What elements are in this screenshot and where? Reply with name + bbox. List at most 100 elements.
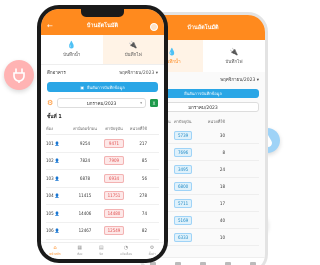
nav-room[interactable]: ▦ ห้อง — [77, 244, 83, 257]
bell-icon[interactable] — [224, 261, 231, 265]
period-select[interactable]: พฤศจิกายน/2023 ▾ — [119, 69, 158, 76]
nav-label: ห้อง — [77, 251, 83, 256]
back-current-input[interactable]: 5169 — [174, 215, 193, 225]
person-icon: 👤 — [54, 158, 60, 164]
building-select[interactable]: ตึกอาคาร — [47, 69, 66, 76]
prev-reading: 9254 — [79, 140, 91, 146]
plug-icon — [4, 60, 34, 90]
person-icon: 👤 — [54, 228, 60, 234]
back-arrow-icon[interactable]: ← — [47, 23, 53, 30]
table-row: 104 👤 11415 11751 278 — [46, 188, 159, 205]
back-used-value: 8 — [222, 149, 225, 155]
col-used: หน่วยที่ใช้ — [129, 126, 147, 131]
bottom-nav: ⌂ หน้าหลัก ▦ ห้อง ▤ บิล ◔ แจ้งเตือน ⚙ ตั… — [41, 242, 164, 259]
tab-electric[interactable]: 🔌 บันทึกไฟ — [102, 35, 164, 64]
gear-icon[interactable]: ⚙ — [47, 99, 53, 107]
back-tab-label: บันทึกไฟ — [225, 59, 243, 65]
nav-label: หน้าหลัก — [49, 251, 61, 256]
back-current-input[interactable]: 6800 — [174, 181, 193, 191]
current-reading-input[interactable]: 12549 — [104, 226, 124, 236]
avatar[interactable] — [150, 23, 158, 31]
person-icon: 👤 — [54, 140, 60, 146]
back-used-value: 10 — [219, 234, 225, 240]
back-current-input[interactable]: 3495 — [174, 164, 193, 174]
bell-icon: ◔ — [123, 244, 129, 251]
units-used: 74 — [141, 210, 147, 216]
current-reading-input[interactable]: 6934 — [104, 173, 124, 183]
nav-label: แจ้งเตือน — [120, 251, 133, 256]
term-select[interactable]: มกราคม/2023 ▾ — [57, 98, 146, 108]
back-used-value: 24 — [219, 166, 225, 172]
current-reading-input[interactable]: 7909 — [104, 156, 124, 166]
term-value: มกราคม/2023 — [86, 101, 117, 107]
bill-icon[interactable] — [199, 261, 206, 265]
front-phone: ← บ้านอัตโนมัติ 💧 บันทึกน้ำ 🔌 บันทึกไฟ ต… — [37, 5, 168, 263]
back-current-input[interactable]: 5739 — [174, 130, 193, 140]
current-reading-input[interactable]: 11751 — [104, 191, 124, 201]
plug-icon: 🔌 — [229, 47, 239, 56]
term-row: ⚙ มกราคม/2023 ▾ X — [41, 94, 164, 112]
save-icon: ▣ — [80, 84, 85, 90]
current-reading-input[interactable]: 14480 — [104, 208, 124, 218]
prev-reading: 7824 — [79, 158, 91, 164]
prev-reading: 11415 — [78, 193, 92, 199]
back-current-input[interactable]: 7696 — [174, 147, 193, 157]
prev-reading: 6878 — [79, 175, 91, 181]
settings-icon: ⚙ — [149, 244, 155, 251]
units-used: 56 — [141, 175, 147, 181]
phone-notch — [81, 9, 124, 17]
room-number: 104 — [46, 193, 54, 199]
filter-row: ตึกอาคาร พฤศจิกายน/2023 ▾ — [41, 65, 164, 80]
person-icon: 👤 — [54, 210, 60, 216]
water-drop-icon: 💧 — [67, 40, 77, 49]
tab-label: บันทึกไฟ — [124, 52, 142, 58]
room-number: 102 — [46, 158, 54, 164]
room-icon: ▦ — [77, 244, 83, 251]
nav-notification[interactable]: ◔ แจ้งเตือน — [120, 244, 133, 257]
table-header: ห้อง ค่ามิเตอร์ก่อน ค่าปัจจุบัน หน่วยที่… — [46, 123, 159, 135]
units-used: 82 — [141, 228, 147, 234]
col-prev: ค่ามิเตอร์ก่อน — [73, 126, 97, 131]
save-button-label: ยืนยันการบันทึกข้อมูล — [87, 84, 125, 90]
table-row: 101 👤 9254 9471 217 — [46, 135, 159, 153]
home-icon: ⌂ — [53, 244, 57, 251]
excel-export-icon[interactable]: X — [150, 99, 158, 107]
meter-tabs: 💧 บันทึกน้ำ 🔌 บันทึกไฟ — [41, 35, 164, 65]
back-used-value: 17 — [219, 200, 225, 206]
room-number: 101 — [46, 140, 54, 146]
prev-reading: 14406 — [78, 210, 92, 216]
table-row: 103 👤 6878 6934 56 — [46, 170, 159, 188]
phone-screen: ← บ้านอัตโนมัติ 💧 บันทึกน้ำ 🔌 บันทึกไฟ ต… — [41, 9, 164, 259]
table-row: 106 👤 12467 12549 82 — [46, 223, 159, 240]
room-number: 106 — [46, 228, 54, 234]
back-tab-electric[interactable]: 🔌 บันทึกไฟ — [203, 40, 265, 72]
nav-home[interactable]: ⌂ หน้าหลัก — [49, 244, 61, 257]
water-drop-icon: 💧 — [167, 47, 177, 56]
back-used-value: 30 — [219, 132, 225, 138]
col-room: ห้อง — [46, 126, 53, 131]
room-icon[interactable] — [175, 261, 182, 265]
bill-icon: ▤ — [98, 244, 104, 251]
person-icon: 👤 — [54, 175, 60, 181]
back-current-input[interactable]: 5711 — [174, 198, 193, 208]
floor-label: ชั้นที่ 1 — [47, 115, 62, 120]
save-button[interactable]: ▣ ยืนยันการบันทึกข้อมูล — [47, 82, 158, 92]
meter-table: ห้อง ค่ามิเตอร์ก่อน ค่าปัจจุบัน หน่วยที่… — [46, 123, 159, 258]
back-current-input[interactable]: 6333 — [174, 232, 193, 242]
back-col-current: ค่าปัจจุบัน — [174, 119, 192, 124]
current-reading-input[interactable]: 9471 — [104, 138, 124, 148]
table-row: 102 👤 7824 7909 85 — [46, 153, 159, 170]
settings-icon[interactable] — [249, 261, 256, 265]
room-number: 105 — [46, 210, 54, 216]
table-row: 105 👤 14406 14480 74 — [46, 205, 159, 223]
nav-settings[interactable]: ⚙ ตั้งค่า — [149, 244, 156, 257]
nav-label: บิล — [99, 251, 104, 256]
units-used: 85 — [141, 158, 147, 164]
back-period-select[interactable]: พฤศจิกายน/2023 ▾ — [220, 76, 259, 83]
plug-icon: 🔌 — [128, 40, 138, 49]
back-used-value: 18 — [219, 183, 225, 189]
units-used: 278 — [139, 193, 147, 199]
units-used: 217 — [139, 140, 147, 146]
nav-bill[interactable]: ▤ บิล — [98, 244, 104, 257]
tab-water[interactable]: 💧 บันทึกน้ำ — [41, 35, 103, 64]
